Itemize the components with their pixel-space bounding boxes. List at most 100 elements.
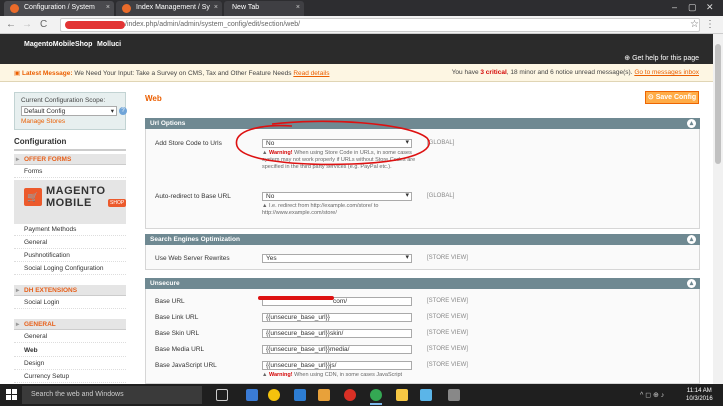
base-url-label: Base URL bbox=[155, 298, 185, 305]
scope-tag: [STORE VIEW] bbox=[427, 346, 468, 352]
save-icon: ⊙ bbox=[647, 94, 654, 101]
help-question-icon[interactable]: ? bbox=[119, 107, 127, 115]
close-tab-icon[interactable]: × bbox=[296, 1, 300, 15]
tab-new-tab[interactable]: New Tab × bbox=[224, 1, 304, 16]
system-tray[interactable]: ^ ◻ ⊕ ♪ bbox=[640, 391, 664, 399]
forward-icon[interactable]: → bbox=[22, 18, 32, 32]
minimize-icon[interactable]: – bbox=[672, 0, 677, 14]
fieldset-seo-header[interactable]: Search Engines Optimization ▴ bbox=[145, 234, 700, 245]
page-scrollbar[interactable] bbox=[713, 34, 723, 384]
manage-stores-link[interactable]: Manage Stores bbox=[21, 118, 65, 125]
configuration-heading: Configuration bbox=[14, 137, 126, 151]
base-media-url-label: Base Media URL bbox=[155, 346, 205, 353]
base-link-url-input[interactable]: {{unsecure_base_url}} bbox=[262, 313, 412, 322]
base-javascript-url-input[interactable]: {{unsecure_base_url}}js/ bbox=[262, 361, 412, 370]
unread-prefix: You have bbox=[451, 69, 479, 76]
collapse-icon[interactable]: ▴ bbox=[687, 279, 696, 288]
sidebar-item-general-config[interactable]: General bbox=[14, 331, 126, 343]
critical-count: 3 critical bbox=[480, 69, 507, 76]
opera-icon[interactable] bbox=[344, 389, 356, 401]
windows-start-icon[interactable] bbox=[6, 389, 18, 401]
windows-taskbar: Search the web and Windows ^ ◻ ⊕ ♪ 11:14… bbox=[0, 384, 723, 406]
base-media-url-input[interactable]: {{unsecure_base_url}}media/ bbox=[262, 345, 412, 354]
header-link-molluci[interactable]: Molluci bbox=[97, 41, 121, 48]
close-tab-icon[interactable]: × bbox=[106, 1, 110, 15]
tab-label: Index Management / Sy bbox=[136, 4, 210, 11]
reload-icon[interactable]: C bbox=[40, 18, 47, 32]
sidebar-item-currency-setup[interactable]: Currency Setup bbox=[14, 371, 126, 383]
sidebar-section-general[interactable]: GENERAL bbox=[14, 319, 126, 330]
auto-redirect-note: ▲ I.e. redirect from http://example.com/… bbox=[262, 203, 417, 217]
header-link-store[interactable]: MagentoMobileShop bbox=[24, 41, 92, 48]
app-icon-2[interactable] bbox=[448, 389, 460, 401]
scope-tag: [STORE VIEW] bbox=[427, 330, 468, 336]
bookmark-star-icon[interactable]: ☆ bbox=[690, 18, 699, 32]
cart-icon: 🛒 bbox=[24, 188, 42, 206]
logo-shop-badge: SHOP bbox=[108, 199, 127, 207]
fieldset-title: Search Engines Optimization bbox=[150, 236, 240, 243]
unread-messages: You have 3 critical, 18 minor and 6 noti… bbox=[452, 69, 699, 76]
taskbar-search-input[interactable]: Search the web and Windows bbox=[22, 386, 202, 404]
sidebar-item-general[interactable]: General bbox=[14, 237, 126, 249]
fieldset-unsecure bbox=[145, 289, 700, 384]
base-link-url-label: Base Link URL bbox=[155, 314, 199, 321]
config-scope-box: Current Configuration Scope: Default Con… bbox=[14, 92, 127, 130]
redacted-url bbox=[258, 296, 334, 300]
sidebar-item-design[interactable]: Design bbox=[14, 358, 126, 370]
close-window-icon[interactable]: ✕ bbox=[706, 0, 714, 14]
scrollbar-thumb[interactable] bbox=[715, 44, 721, 164]
collapse-icon[interactable]: ▴ bbox=[687, 119, 696, 128]
chrome-active-icon[interactable] bbox=[370, 389, 382, 405]
clock-date: 10/3/2016 bbox=[686, 396, 713, 402]
tab-index-management[interactable]: Index Management / Sy × bbox=[116, 1, 222, 16]
tab-configuration[interactable]: Configuration / System × bbox=[4, 1, 114, 16]
latest-message: ▣ Latest Message: We Need Your Input: Ta… bbox=[14, 69, 329, 77]
fieldset-title: Url Options bbox=[150, 120, 186, 127]
help-link[interactable]: ⊕ Get help for this page bbox=[624, 54, 699, 62]
ie-icon[interactable] bbox=[294, 389, 306, 401]
clock-time: 11:14 AM bbox=[686, 388, 712, 394]
chrome-icon[interactable] bbox=[268, 389, 280, 401]
back-icon[interactable]: ← bbox=[6, 18, 16, 32]
taskbar-clock[interactable]: 11:14 AM 10/3/2016 bbox=[686, 387, 713, 403]
save-config-button[interactable]: ⊙ Save Config bbox=[645, 91, 699, 104]
sticky-notes-icon[interactable] bbox=[396, 389, 408, 401]
sidebar-item-forms[interactable]: Forms bbox=[14, 166, 126, 178]
scope-tag: [STORE VIEW] bbox=[427, 298, 468, 304]
task-view-icon[interactable] bbox=[216, 389, 228, 401]
url-input[interactable]: /index.php/admin/admin/system_config/edi… bbox=[60, 18, 700, 32]
redacted-host bbox=[65, 21, 125, 29]
edge-icon[interactable] bbox=[246, 389, 258, 401]
maximize-icon[interactable]: ▢ bbox=[688, 0, 697, 14]
scope-tag: [STORE VIEW] bbox=[427, 362, 468, 368]
browser-menu-icon[interactable]: ⋮ bbox=[705, 18, 715, 32]
auto-redirect-label: Auto-redirect to Base URL bbox=[155, 193, 231, 200]
sidebar-item-web[interactable]: Web bbox=[14, 345, 126, 357]
sidebar-item-pushnotification[interactable]: Pushnotification bbox=[14, 250, 126, 262]
close-tab-icon[interactable]: × bbox=[214, 1, 218, 15]
warning-bullet-icon: ▲ bbox=[262, 372, 268, 378]
system-message-bar: ▣ Latest Message: We Need Your Input: Ta… bbox=[0, 64, 713, 82]
file-explorer-icon[interactable] bbox=[318, 389, 330, 401]
warning-label: Warning! bbox=[268, 372, 293, 378]
scope-select[interactable]: Default Config ▾ bbox=[21, 106, 117, 116]
latest-message-label: Latest Message: bbox=[21, 70, 73, 77]
warning-text: When using CDN, in some cases JavaScript bbox=[294, 372, 403, 378]
messages-inbox-link[interactable]: Go to messages inbox bbox=[634, 69, 699, 76]
sidebar-section-offer-forms[interactable]: OFFER FORMS bbox=[14, 154, 126, 165]
sidebar-section-dh-extensions[interactable]: DH EXTENSIONS bbox=[14, 285, 126, 296]
logo-text-top: MAGENTO bbox=[46, 185, 106, 197]
read-details-link[interactable]: Read details bbox=[293, 70, 329, 77]
browser-tab-bar: Configuration / System × Index Managemen… bbox=[0, 0, 723, 16]
sidebar-item-social-login[interactable]: Social Login bbox=[14, 297, 126, 309]
sidebar-item-payment-methods[interactable]: Payment Methods bbox=[14, 224, 126, 236]
sidebar-item-social-loging[interactable]: Social Loging Configuration bbox=[14, 263, 126, 275]
scope-select-value: Default Config bbox=[24, 108, 66, 115]
auto-redirect-select[interactable]: No bbox=[262, 192, 412, 201]
fieldset-unsecure-header[interactable]: Unsecure ▴ bbox=[145, 278, 700, 289]
app-icon[interactable] bbox=[420, 389, 432, 401]
collapse-icon[interactable]: ▴ bbox=[687, 235, 696, 244]
base-skin-url-input[interactable]: {{unsecure_base_url}}skin/ bbox=[262, 329, 412, 338]
add-store-code-label: Add Store Code to Urls bbox=[155, 140, 222, 147]
web-server-rewrites-select[interactable]: Yes bbox=[262, 254, 412, 263]
